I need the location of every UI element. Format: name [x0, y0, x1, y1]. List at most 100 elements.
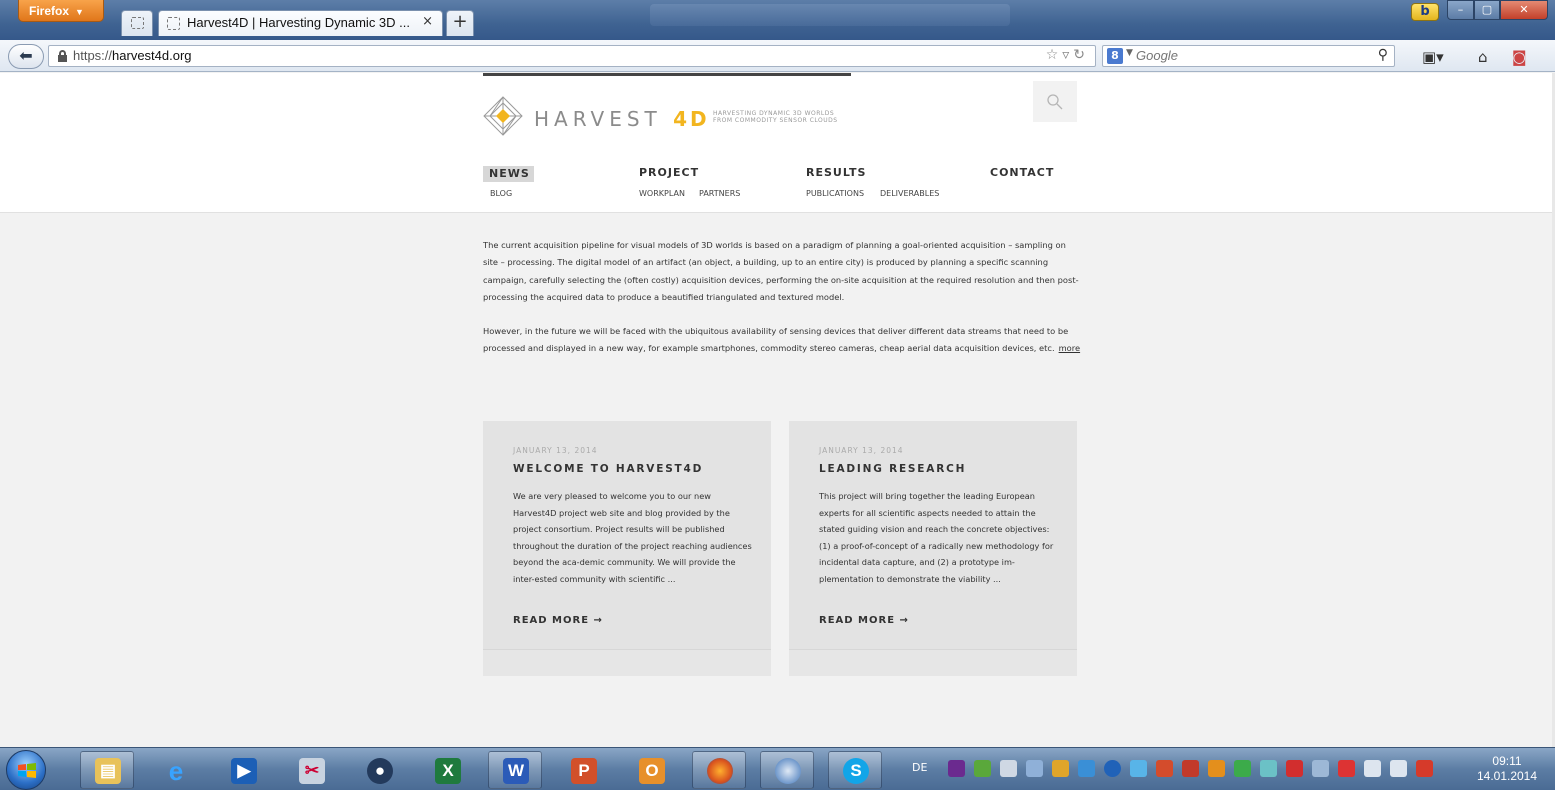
background-window-title [650, 4, 1010, 26]
engine-dropdown-icon[interactable]: ▼ [1126, 48, 1133, 58]
volume-icon[interactable] [1416, 760, 1433, 777]
tagline-line-1: HARVESTING DYNAMIC 3D WORLDS [713, 110, 835, 117]
tab-harvest4d[interactable]: Harvest4D | Harvesting Dynamic 3D ... × [158, 10, 443, 36]
outlook-icon: O [639, 758, 665, 784]
nav-publications[interactable]: PUBLICATIONS [806, 189, 864, 198]
taskbar-firefox[interactable] [692, 751, 746, 789]
taskbar-word[interactable]: W [488, 751, 542, 789]
tray-icon[interactable] [1260, 760, 1277, 777]
intro-paragraph-2: However, in the future we will be faced … [483, 323, 1083, 358]
firefox-menu-button[interactable]: Firefox ▼ [18, 0, 104, 22]
windows-taskbar: ▤ e ▶ ✂ ● X W P O S DE 09:11 14.01.2014 [0, 747, 1555, 790]
new-tab-button[interactable]: + [446, 10, 474, 36]
post-excerpt: This project will bring together the lea… [819, 491, 1054, 584]
bing-icon[interactable]: b [1411, 3, 1439, 21]
tray-icon[interactable] [1364, 760, 1381, 777]
nav-project[interactable]: PROJECT [639, 166, 699, 179]
read-more-link[interactable]: READ MORE → [513, 615, 603, 626]
post-title[interactable]: WELCOME TO HARVEST4D [513, 463, 703, 475]
tab-groups-icon [131, 17, 144, 29]
search-bar[interactable]: 8 ▼ Google ⚲ [1102, 45, 1395, 67]
clock-time: 09:11 [1492, 754, 1522, 768]
folder-icon: ▤ [95, 758, 121, 784]
site-search-button[interactable] [1033, 81, 1077, 122]
taskbar-internet-explorer[interactable]: e [148, 751, 202, 789]
url-host: harvest4d.org [112, 48, 192, 63]
taskbar-powerpoint[interactable]: P [556, 751, 610, 789]
tray-icon[interactable] [1156, 760, 1173, 777]
taskbar-user-app[interactable]: ● [352, 751, 406, 789]
home-icon[interactable]: ⌂ [1478, 48, 1488, 66]
bookmarks-menu-icon[interactable]: ▣▾ [1422, 48, 1444, 66]
harvest4d-logo-icon[interactable] [482, 95, 524, 137]
bookmark-star-reload-icons[interactable]: ☆▿↻ [1046, 47, 1089, 63]
google-engine-icon[interactable]: 8 [1107, 48, 1123, 64]
nav-results[interactable]: RESULTS [806, 166, 866, 179]
taskbar-outlook[interactable]: O [624, 751, 678, 789]
post-title[interactable]: LEADING RESEARCH [819, 463, 966, 475]
system-clock[interactable]: 09:11 14.01.2014 [1472, 754, 1542, 784]
favicon-icon [167, 17, 180, 30]
read-more-link[interactable]: READ MORE → [819, 615, 909, 626]
tray-icon[interactable] [1026, 760, 1043, 777]
tray-icon[interactable] [1052, 760, 1069, 777]
start-button[interactable] [6, 750, 46, 790]
nav-deliverables[interactable]: DELIVERABLES [880, 189, 939, 198]
lock-icon [58, 50, 67, 62]
back-button[interactable]: ⬅ [8, 44, 44, 69]
taskbar-skype[interactable]: S [828, 751, 882, 789]
taskbar-snipping-tool[interactable]: ✂ [284, 751, 338, 789]
pdf-tray-icon[interactable] [1286, 760, 1303, 777]
address-bar[interactable]: https://harvest4d.org ☆▿↻ [48, 45, 1096, 67]
post-date: JANUARY 13, 2014 [513, 446, 598, 455]
tray-icon[interactable] [1234, 760, 1251, 777]
tab-groups-button[interactable] [121, 10, 153, 36]
thunderbird-icon [775, 758, 801, 784]
tray-icon[interactable] [1312, 760, 1329, 777]
tray-icon[interactable] [1000, 760, 1017, 777]
tray-icon[interactable] [1130, 760, 1147, 777]
tray-icon[interactable] [1208, 760, 1225, 777]
onenote-tray-icon[interactable] [948, 760, 965, 777]
tray-icon[interactable] [1338, 760, 1355, 777]
nav-blog[interactable]: BLOG [490, 189, 512, 198]
media-player-icon: ▶ [231, 758, 257, 784]
logo-word: HARVEST [534, 107, 662, 131]
tray-icon[interactable] [1104, 760, 1121, 777]
news-card-leading-research: JANUARY 13, 2014 LEADING RESEARCH This p… [789, 421, 1077, 676]
excel-icon: X [435, 758, 461, 784]
more-link[interactable]: more [1059, 343, 1081, 353]
card-footer [789, 649, 1077, 676]
nav-news[interactable]: NEWS [483, 166, 534, 182]
word-icon: W [503, 758, 529, 784]
tray-icon[interactable] [974, 760, 991, 777]
tray-icon[interactable] [1078, 760, 1095, 777]
minimize-button[interactable]: – [1447, 0, 1474, 20]
firefox-menu-label: Firefox [29, 4, 70, 18]
search-placeholder: Google [1136, 48, 1178, 63]
taskbar-media-player[interactable]: ▶ [216, 751, 270, 789]
nav-partners[interactable]: PARTNERS [699, 189, 740, 198]
taskbar-explorer[interactable]: ▤ [80, 751, 134, 789]
nav-contact[interactable]: CONTACT [990, 166, 1054, 179]
maximize-button[interactable]: ▢ [1474, 0, 1500, 20]
language-indicator[interactable]: DE [912, 761, 927, 774]
card-footer [483, 649, 771, 676]
close-window-button[interactable]: ✕ [1500, 0, 1548, 20]
tab-close-icon[interactable]: × [422, 14, 433, 29]
taskbar-excel[interactable]: X [420, 751, 474, 789]
nav-workplan[interactable]: WORKPLAN [639, 189, 685, 198]
taskbar-thunderbird[interactable] [760, 751, 814, 789]
url-text: https://harvest4d.org [73, 48, 192, 63]
intro-text: The current acquisition pipeline for vis… [483, 237, 1083, 375]
tray-icon[interactable] [1182, 760, 1199, 777]
url-prefix: https:// [73, 48, 113, 63]
tab-title: Harvest4D | Harvesting Dynamic 3D ... [187, 15, 410, 30]
addon-icon[interactable]: ◙ [1512, 48, 1527, 66]
network-icon[interactable] [1390, 760, 1407, 777]
logo-wordmark[interactable]: HARVEST 4D [534, 107, 710, 131]
search-icon[interactable]: ⚲ [1378, 47, 1388, 63]
clock-date: 14.01.2014 [1476, 769, 1538, 783]
logo-tagline: HARVESTING DYNAMIC 3D WORLDS FROM COMMOD… [713, 110, 883, 124]
windows-logo-icon [18, 763, 36, 778]
